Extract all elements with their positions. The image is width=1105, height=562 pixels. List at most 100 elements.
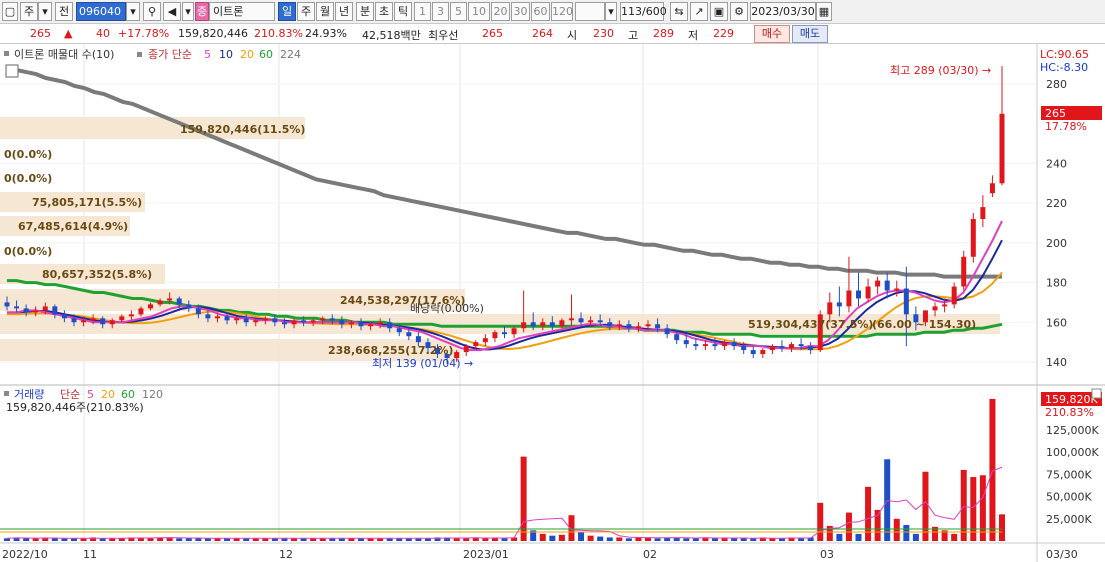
low-annotation: 최저 139 (01/04) → — [372, 357, 473, 370]
period-month[interactable]: 월 — [316, 2, 334, 21]
volume-bar — [836, 533, 843, 541]
date-tick-label: 2023/01 — [463, 548, 509, 561]
candle-body — [588, 320, 594, 323]
type-button[interactable]: 전 — [55, 2, 73, 21]
high-value: 289 — [653, 27, 674, 40]
volume-bar — [635, 537, 642, 541]
candle-body — [779, 346, 785, 349]
speaker-icon[interactable]: ◀ — [163, 2, 181, 21]
minute-10[interactable]: 10 — [468, 2, 490, 21]
volume-legend-ma60: 60 — [121, 388, 135, 401]
panel-close-icon[interactable] — [1091, 388, 1102, 399]
count-total: /600 — [642, 5, 667, 18]
candle-body — [61, 314, 67, 319]
candle-body — [951, 286, 957, 305]
candle-body — [253, 320, 259, 323]
search-icon[interactable]: ⚲ — [143, 2, 161, 21]
candle-body — [52, 306, 58, 315]
candle-body — [320, 318, 326, 321]
best-bid-value: 264 — [532, 27, 553, 40]
period-week[interactable]: 주 — [297, 2, 315, 21]
count-input[interactable]: 113/600 — [620, 2, 667, 21]
candle-body — [157, 300, 163, 305]
minute-120[interactable]: 120 — [551, 2, 573, 21]
candle-body — [989, 183, 995, 194]
period-second[interactable]: 초 — [375, 2, 393, 21]
line-tool-icon[interactable]: ↗ — [690, 2, 708, 21]
candle-body — [731, 342, 737, 347]
candle-body — [482, 338, 488, 343]
volume-bar — [951, 533, 958, 541]
type-select[interactable]: 주 — [20, 2, 38, 21]
volume-bar — [979, 475, 986, 541]
prev-icon[interactable]: ▾ — [182, 2, 194, 21]
period-year[interactable]: 년 — [335, 2, 353, 21]
custom-period-dropdown-icon[interactable]: ▾ — [605, 2, 617, 21]
minute-5[interactable]: 5 — [450, 2, 467, 21]
volume-bar — [616, 537, 623, 541]
hc-label: HC:-8.30 — [1040, 61, 1088, 74]
compare-icon[interactable]: ⇆ — [670, 2, 688, 21]
candle-body — [281, 322, 287, 325]
turnover-rate: 24.93% — [305, 27, 347, 40]
sell-button[interactable]: 매도 — [792, 25, 828, 43]
candle-body — [100, 318, 106, 325]
volume-bar — [740, 538, 747, 541]
volume-bar — [520, 456, 527, 541]
volume-bar — [912, 533, 919, 541]
candle-body — [167, 298, 173, 301]
custom-period-input[interactable] — [575, 2, 605, 21]
volume-band-label: 80,657,352(5.8%) — [42, 268, 152, 281]
period-minute[interactable]: 분 — [356, 2, 374, 21]
volume-bar — [750, 538, 757, 541]
candle-body — [128, 314, 134, 317]
date-input[interactable]: 2023/03/30 — [750, 2, 816, 21]
lc-label: LC:90.65 — [1040, 48, 1089, 61]
chart-area[interactable]: 14016018020022024028025,000K50,000K75,00… — [0, 44, 1105, 562]
volume-bar — [4, 538, 10, 541]
minute-1[interactable]: 1 — [414, 2, 431, 21]
period-tick[interactable]: 틱 — [394, 2, 412, 21]
current-price-pct: 17.78% — [1045, 120, 1087, 133]
stock-name: 이트론 — [209, 2, 275, 21]
minute-20[interactable]: 20 — [491, 2, 510, 21]
volume-band-label: 67,485,614(4.9%) — [18, 220, 128, 233]
volume-bar — [501, 538, 508, 541]
candle-body — [769, 346, 775, 351]
volume-bar — [625, 538, 632, 541]
candle-body — [415, 336, 421, 343]
window-icon[interactable]: ▢ — [2, 2, 18, 21]
chevron-down-icon[interactable]: ▾ — [38, 2, 52, 21]
code-dropdown-icon[interactable]: ▾ — [126, 2, 140, 21]
price-legend-ma60: 60 — [259, 48, 273, 61]
buy-button[interactable]: 매수 — [754, 25, 790, 43]
volume-bar — [769, 538, 776, 541]
legend-marker-icon — [4, 51, 9, 56]
calendar-icon[interactable]: ▦ — [816, 2, 832, 21]
candle-body — [176, 298, 182, 305]
candle-body — [23, 308, 29, 313]
candle-body — [597, 320, 603, 323]
candle-body — [511, 328, 517, 335]
volume-legend-ma5: 5 — [87, 388, 94, 401]
volume-bar — [960, 469, 967, 541]
candle-body — [808, 346, 814, 351]
volume-bar — [195, 538, 202, 541]
date-tick-label: 03 — [820, 548, 834, 561]
candle-body — [81, 320, 87, 323]
minute-3[interactable]: 3 — [432, 2, 449, 21]
candle-body — [827, 302, 833, 315]
candle-body — [368, 324, 374, 327]
minute-60[interactable]: 60 — [531, 2, 550, 21]
save-icon[interactable]: ▣ — [710, 2, 728, 21]
candle-body — [722, 342, 728, 347]
code-input[interactable]: 096040 — [76, 2, 126, 21]
candle-body — [33, 310, 39, 313]
period-day[interactable]: 일 — [278, 2, 296, 21]
volume-band-label: 75,805,171(5.5%) — [32, 196, 142, 209]
volume-bar — [683, 538, 690, 541]
minute-30[interactable]: 30 — [511, 2, 530, 21]
volume-tag-pct: 210.83% — [1045, 406, 1094, 419]
gear-icon[interactable]: ⚙ — [730, 2, 748, 21]
calculator-icon[interactable] — [5, 64, 19, 78]
